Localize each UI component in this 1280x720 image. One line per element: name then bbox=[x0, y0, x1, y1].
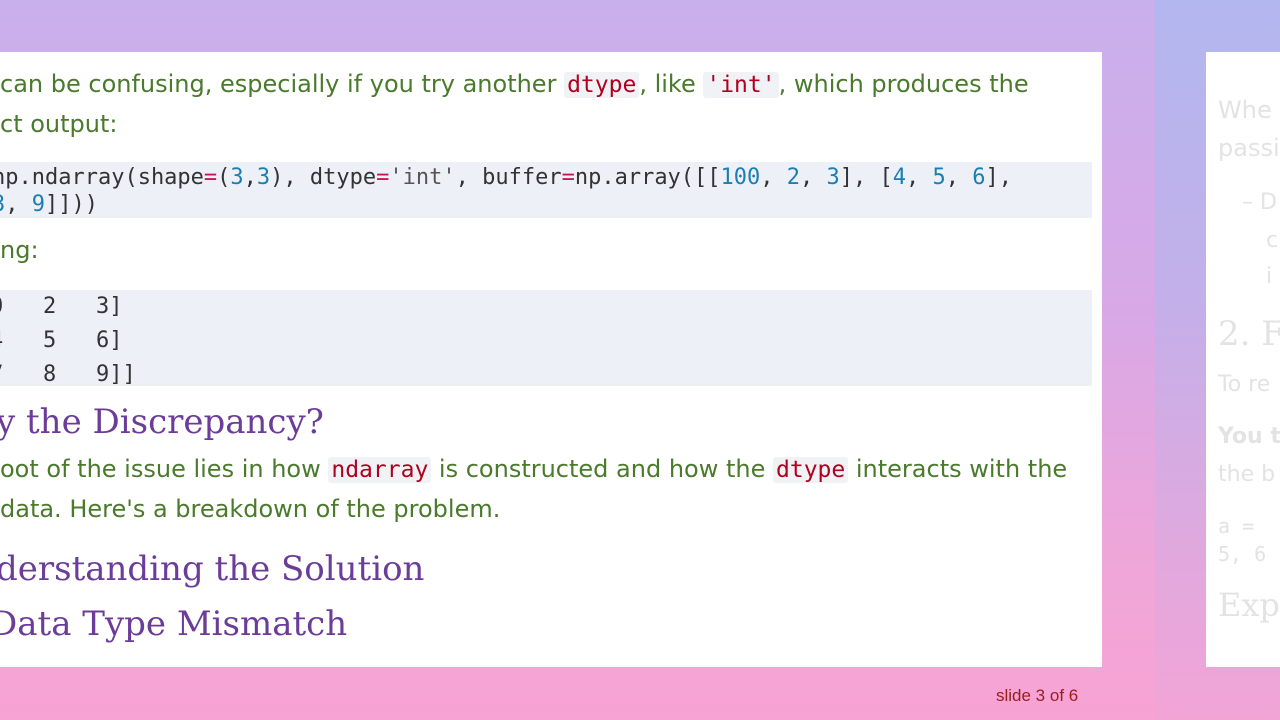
heading-solution: derstanding the Solution bbox=[0, 549, 425, 589]
code-line-1: np.ndarray(shape=(3,3), dtype='int', buf… bbox=[0, 165, 1013, 190]
ghost-line: 2. F bbox=[1218, 314, 1280, 354]
text: , like bbox=[639, 70, 704, 98]
inline-code: ndarray bbox=[328, 457, 432, 483]
inline-code: dtype bbox=[773, 457, 849, 483]
text: interacts with the bbox=[848, 455, 1068, 483]
output-row: 4 5 6] bbox=[0, 328, 123, 353]
output-label: ng: bbox=[0, 236, 39, 264]
output-block: 0 2 3] 4 5 6] 7 8 9]] bbox=[0, 290, 1092, 387]
output-row: 0 2 3] bbox=[0, 294, 123, 319]
slide-content: can be confusing, especially if you try … bbox=[0, 52, 1102, 667]
paragraph-intro-line2: ct output: bbox=[0, 110, 118, 138]
code-block: np.ndarray(shape=(3,3), dtype='int', buf… bbox=[0, 162, 1092, 218]
text: can be confusing, especially if you try … bbox=[0, 70, 565, 98]
ghost-line: Exp bbox=[1218, 586, 1280, 624]
ghost-line: a = bbox=[1218, 514, 1255, 538]
ghost-line: the b bbox=[1218, 462, 1276, 487]
ghost-line: Whe bbox=[1218, 96, 1272, 124]
inline-code: dtype bbox=[564, 72, 640, 98]
paragraph-cause-line2: data. Here's a breakdown of the problem. bbox=[0, 495, 501, 523]
code-line-2: 3, 9]])) bbox=[0, 192, 98, 217]
heading-discrepancy: y the Discrepancy? bbox=[0, 402, 324, 442]
slide-counter: slide 3 of 6 bbox=[996, 686, 1079, 705]
ghost-line: c bbox=[1266, 228, 1279, 253]
output-row: 7 8 9]] bbox=[0, 362, 136, 387]
next-slide-preview: Whe passi – D c i 2. F To re You t the b… bbox=[1206, 52, 1280, 667]
text: , which produces the bbox=[778, 70, 1029, 98]
paragraph-cause-line1: oot of the issue lies in how ndarray is … bbox=[0, 455, 1067, 483]
ghost-line: i bbox=[1266, 264, 1273, 289]
ghost-line: To re bbox=[1218, 372, 1271, 397]
paragraph-intro-line1: can be confusing, especially if you try … bbox=[0, 70, 1029, 98]
ghost-line: passi bbox=[1218, 134, 1280, 162]
inline-code: 'int' bbox=[703, 72, 779, 98]
ghost-line: – D bbox=[1242, 190, 1277, 215]
text: is constructed and how the bbox=[431, 455, 773, 483]
heading-mismatch: Data Type Mismatch bbox=[0, 604, 348, 644]
text: oot of the issue lies in how bbox=[0, 455, 329, 483]
ghost-line: You t bbox=[1218, 424, 1280, 449]
ghost-line: 5, 6 bbox=[1218, 542, 1267, 566]
